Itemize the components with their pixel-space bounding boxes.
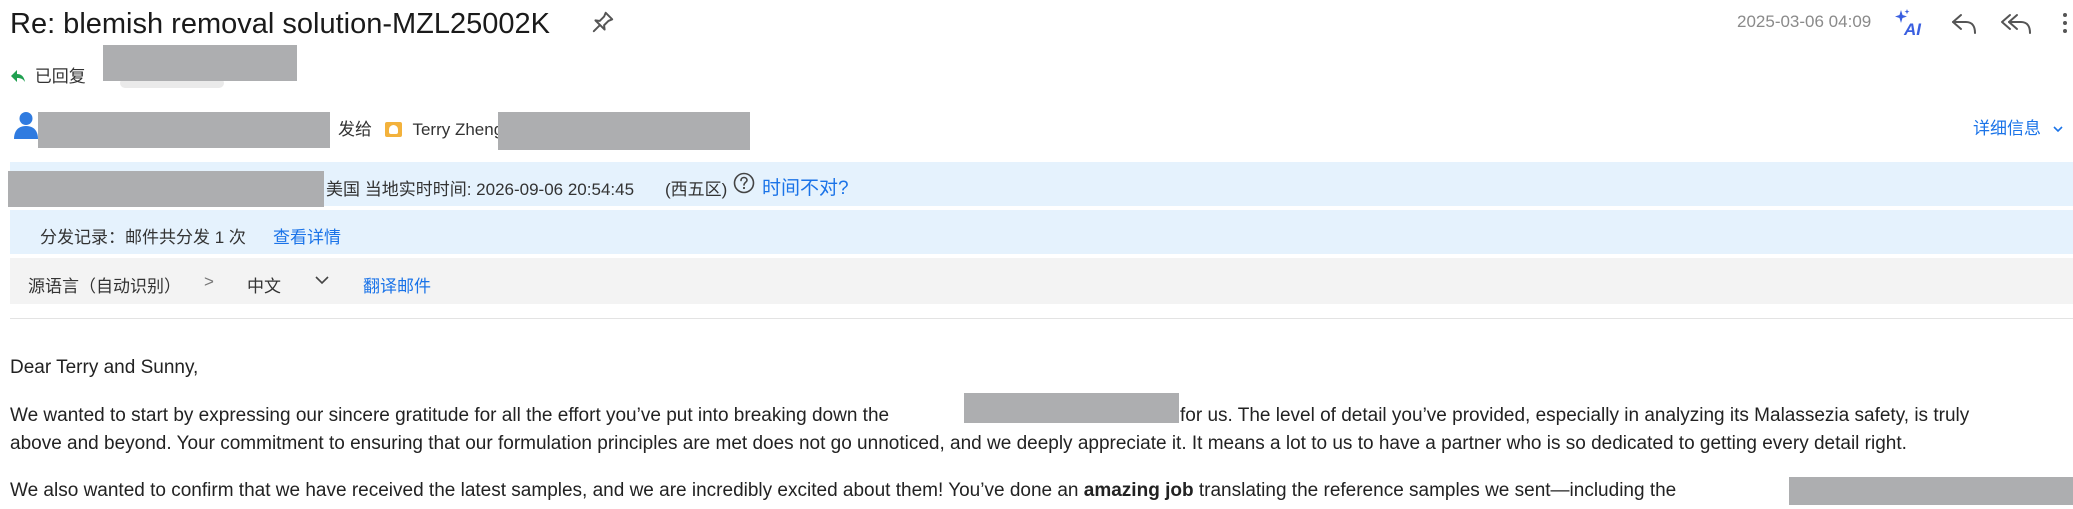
local-time-text: 美国 当地实时时间: 2026-09-06 20:54:45 xyxy=(326,180,635,199)
paragraph-1-line-1a: We wanted to start by expressing our sin… xyxy=(10,405,890,426)
avatar-icon xyxy=(14,112,38,139)
recipient-name[interactable]: Terry Zheng xyxy=(412,120,503,139)
replied-arrow-icon xyxy=(10,67,31,86)
distribution-text: 分发记录：邮件共分发 1 次 xyxy=(40,228,246,247)
paragraph-2-text-a: We also wanted to confirm that we have r… xyxy=(10,480,1079,501)
paragraph-1-line-1b: for us. The level of detail you’ve provi… xyxy=(1180,405,1970,426)
paragraph-2-bold: amazing job xyxy=(1083,480,1194,501)
reply-all-icon[interactable] xyxy=(1999,8,2033,38)
divider xyxy=(10,318,2073,319)
ai-sparkle-icon[interactable]: AI xyxy=(1893,8,1925,39)
redacted-location xyxy=(8,171,324,207)
translate-email-link[interactable]: 翻译邮件 xyxy=(363,272,431,297)
reply-icon[interactable] xyxy=(1949,8,1979,38)
paragraph-2-text-b: translating the reference samples we sen… xyxy=(1198,480,1677,501)
email-subject: Re: blemish removal solution-MZL25002K xyxy=(10,8,550,40)
paragraph-1-line-2: above and beyond. Your commitment to ens… xyxy=(10,433,1907,454)
redacted-sender xyxy=(38,112,330,148)
email-datetime: 2025-03-06 04:09 xyxy=(1737,12,1872,31)
greeting: Dear Terry and Sunny, xyxy=(10,357,199,378)
wrong-time-link[interactable]: 时间不对? xyxy=(762,173,849,200)
redacted-recipient xyxy=(498,112,750,150)
timezone-zone: (西五区) xyxy=(665,180,728,199)
details-link[interactable]: 详细信息 xyxy=(1973,114,2064,139)
ai-label: AI xyxy=(1903,20,1922,38)
sent-to-label: 发给 xyxy=(338,120,372,139)
chevron-down-icon[interactable] xyxy=(314,272,330,288)
redacted-sample xyxy=(1789,477,2073,505)
help-circle-icon[interactable] xyxy=(733,172,755,194)
target-language-select[interactable]: 中文 xyxy=(247,272,281,297)
pin-icon[interactable] xyxy=(590,9,616,35)
contact-card-icon xyxy=(384,122,402,137)
replied-status: 已回复 xyxy=(10,62,86,87)
details-link-label: 详细信息 xyxy=(1973,119,2041,138)
chevron-down-icon xyxy=(2053,126,2063,133)
redacted-product xyxy=(964,393,1179,423)
source-language-select[interactable]: 源语言（自动识别） xyxy=(28,272,181,297)
replied-label: 已回复 xyxy=(34,67,86,86)
more-icon[interactable] xyxy=(2059,8,2071,38)
redacted-block xyxy=(103,45,297,81)
view-details-link[interactable]: 查看详情 xyxy=(273,223,341,248)
language-arrow: > xyxy=(204,272,214,291)
paragraph-2: We also wanted to confirm that we have r… xyxy=(10,480,1676,502)
